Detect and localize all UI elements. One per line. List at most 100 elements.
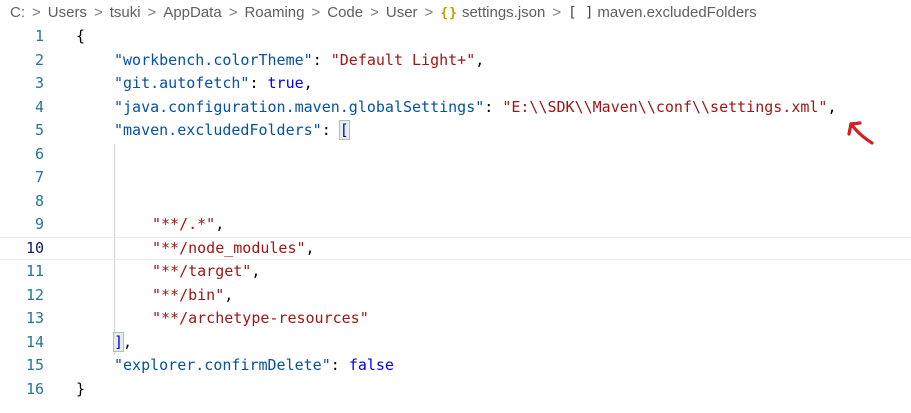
matched-bracket: ]: [112, 331, 125, 352]
line-number: 14: [25, 332, 44, 351]
line-number: 9: [34, 215, 44, 233]
json-punctuation: ,: [475, 50, 485, 69]
code-line[interactable]: 3 "git.autofetch": true,: [0, 72, 911, 96]
json-punctuation: :: [249, 74, 268, 92]
chevron-right-icon: >: [147, 3, 157, 21]
code-text: "git.autofetch": true,: [114, 72, 313, 96]
json-punctuation: :: [330, 356, 349, 374]
line-number: 8: [34, 191, 44, 210]
code-line[interactable]: 9 "**/.*",: [0, 213, 911, 237]
breadcrumb-item[interactable]: Roaming: [244, 4, 304, 21]
code-line[interactable]: 7: [0, 166, 911, 190]
chevron-right-icon: >: [424, 3, 434, 21]
code-text: "java.configuration.maven.globalSettings…: [114, 96, 836, 120]
code-line[interactable]: 6: [0, 143, 911, 167]
json-punctuation: ,: [123, 332, 133, 351]
breadcrumb-item[interactable]: User: [386, 4, 418, 21]
json-literal: true: [267, 74, 304, 92]
code-line[interactable]: 13 "**/archetype-resources": [0, 307, 911, 331]
code-text: "maven.excludedFolders": [: [114, 119, 350, 143]
code-text: "**/archetype-resources": [152, 307, 369, 331]
json-punctuation: {: [76, 27, 86, 45]
code-line[interactable]: 8: [0, 190, 911, 214]
json-punctuation: :: [484, 97, 503, 116]
json-literal: false: [348, 356, 394, 374]
json-key: "workbench.colorTheme": [114, 50, 313, 69]
code-line[interactable]: 5 "maven.excludedFolders": [: [0, 119, 911, 143]
line-number: 11: [25, 262, 44, 280]
breadcrumb-item[interactable]: C:: [10, 4, 25, 21]
breadcrumb-label: settings.json: [461, 3, 546, 21]
json-punctuation: ,: [251, 262, 261, 280]
breadcrumb-item[interactable]: Code: [327, 4, 363, 21]
line-number: 2: [34, 50, 44, 69]
line-number: 12: [25, 285, 44, 304]
chevron-right-icon: >: [93, 3, 103, 21]
code-line[interactable]: 4 "java.configuration.maven.globalSetting…: [0, 96, 911, 120]
array-icon: [ ]: [568, 4, 594, 21]
code-line[interactable]: 15 "explorer.confirmDelete": false: [0, 354, 911, 378]
code-text: }: [76, 378, 85, 402]
code-text: {: [76, 25, 85, 49]
code-line[interactable]: 16}: [0, 378, 911, 402]
code-line[interactable]: 12 "**/bin",: [0, 284, 911, 308]
code-text: "**/target",: [152, 260, 260, 284]
breadcrumb-label: tsuki: [109, 3, 141, 21]
chevron-right-icon: >: [370, 3, 379, 21]
breadcrumb-label: User: [385, 3, 418, 21]
code-line[interactable]: 2 "workbench.colorTheme": "Default Light+…: [0, 49, 911, 73]
line-number: 7: [34, 168, 44, 186]
json-key: "git.autofetch": [114, 74, 250, 92]
json-key: "java.configuration.maven.globalSettings…: [114, 97, 485, 116]
json-string: "E:\\SDK\\Maven\\conf\\settings.xml": [502, 97, 828, 116]
code-text: "workbench.colorTheme": "Default Light+"…: [114, 49, 484, 73]
code-text: "**/node_modules",: [152, 238, 315, 260]
breadcrumb-label: Users: [47, 3, 87, 21]
json-punctuation: ,: [215, 215, 225, 233]
breadcrumb-item[interactable]: Users: [48, 4, 87, 21]
line-number: 5: [34, 121, 44, 139]
chevron-right-icon: >: [311, 3, 321, 21]
braces-icon: {}: [440, 5, 458, 21]
json-string: "**/target": [152, 262, 252, 280]
line-number: 1: [34, 27, 44, 45]
json-punctuation: ,: [303, 74, 313, 92]
code-text: "explorer.confirmDelete": false: [114, 354, 394, 378]
breadcrumb-item[interactable]: tsuki: [110, 4, 141, 21]
breadcrumb-item[interactable]: {} settings.json: [440, 4, 545, 21]
breadcrumb-label: Code: [327, 3, 364, 21]
breadcrumb-item[interactable]: [ ] maven.excludedFolders: [568, 4, 757, 21]
line-number: 13: [25, 309, 44, 327]
code-line[interactable]: 10 "**/node_modules",: [0, 236, 911, 260]
line-number: 3: [34, 74, 44, 92]
chevron-right-icon: >: [32, 3, 41, 21]
code-text: ],: [112, 331, 133, 355]
code-line[interactable]: 1{: [0, 25, 911, 49]
code-editor[interactable]: 1{2 "workbench.colorTheme": "Default Ligh…: [0, 25, 911, 413]
line-number: 15: [25, 356, 44, 374]
breadcrumb-label: maven.excludedFolders: [597, 3, 757, 21]
breadcrumb-label: Roaming: [244, 3, 305, 21]
json-punctuation: :: [321, 121, 340, 139]
matched-bracket: [: [338, 120, 350, 140]
json-punctuation: ,: [224, 285, 234, 304]
json-string: "**/node_modules": [152, 238, 306, 257]
code-text: "**/.*",: [152, 213, 224, 237]
json-key: "maven.excludedFolders": [114, 121, 322, 139]
json-string: "**/archetype-resources": [152, 309, 369, 327]
code-line[interactable]: 14],: [0, 331, 911, 355]
json-punctuation: :: [312, 50, 331, 69]
chevron-right-icon: >: [228, 3, 238, 21]
breadcrumb-label: AppData: [163, 3, 222, 21]
breadcrumb: C: > Users > tsuki > AppData > Roaming > Code > User…: [0, 0, 911, 24]
json-punctuation: ,: [827, 97, 837, 116]
red-arrow-icon: [847, 121, 874, 145]
breadcrumb-label: C:: [10, 3, 25, 21]
json-string: "Default Light+": [330, 50, 476, 69]
json-punctuation: }: [76, 379, 86, 398]
breadcrumb-item[interactable]: AppData: [163, 4, 221, 21]
json-string: "**/bin": [152, 285, 225, 304]
line-number: 16: [25, 379, 44, 398]
line-number: 10: [25, 238, 44, 257]
code-line[interactable]: 11 "**/target",: [0, 260, 911, 284]
